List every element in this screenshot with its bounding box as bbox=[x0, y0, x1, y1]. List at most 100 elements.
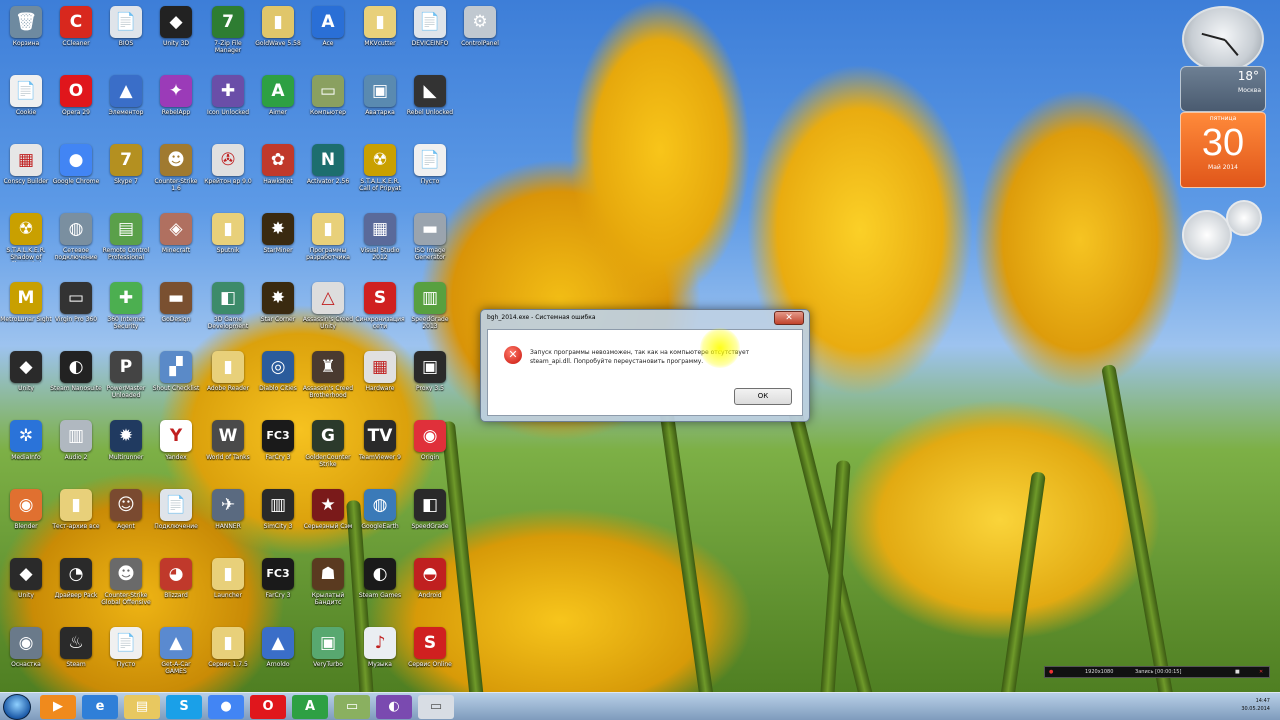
desktop-icon[interactable]: ▦ Hardware bbox=[354, 347, 406, 413]
weather-gadget[interactable]: 18° Москва bbox=[1180, 66, 1266, 112]
desktop-icon[interactable]: ▣ VeryTurbo bbox=[302, 623, 354, 689]
desktop-icon[interactable]: ◣ Rebel Unlocked bbox=[404, 71, 456, 137]
desktop-icon[interactable]: 7 7-Zip File Manager bbox=[202, 2, 254, 68]
system-tray-clock[interactable]: 14:47 30.05.2014 bbox=[1241, 697, 1270, 713]
desktop-icon[interactable]: ◆ Unity bbox=[0, 347, 52, 413]
desktop-icon[interactable]: 📄 DEVICEINFO bbox=[404, 2, 456, 68]
taskbar-file-explorer-icon[interactable]: ▤ bbox=[124, 695, 160, 719]
desktop-icon[interactable]: A Ace bbox=[302, 2, 354, 68]
desktop-icon[interactable]: G GoldenCounter Strike bbox=[302, 416, 354, 482]
desktop-icon[interactable]: ▮ Тест-архив все bbox=[50, 485, 102, 551]
desktop-icon[interactable]: 📄 Подключение bbox=[150, 485, 202, 551]
desktop-icon[interactable]: ✇ Крейтон вр 9.0 bbox=[202, 140, 254, 206]
desktop-icon[interactable]: ✿ Hawkshot bbox=[252, 140, 304, 206]
taskbar-internet-explorer-icon[interactable]: e bbox=[82, 695, 118, 719]
desktop-icon[interactable]: ▮ Программы разработчика bbox=[302, 209, 354, 275]
desktop-icon[interactable]: ◕ Blizzard bbox=[150, 554, 202, 620]
cpu-meter-gadget[interactable] bbox=[1182, 210, 1232, 260]
desktop-icon[interactable]: ✚ Icon Unlocked bbox=[202, 71, 254, 137]
desktop-icon[interactable]: ▮ MKVcutter bbox=[354, 2, 406, 68]
desktop-icon[interactable]: FC3 FarCry 3 bbox=[252, 554, 304, 620]
desktop-icon[interactable]: ▥ Audio 2 bbox=[50, 416, 102, 482]
screen-recorder-bar[interactable]: ● 1920x1080 Запись [00:00:15] ■ ✕ bbox=[1044, 666, 1270, 678]
desktop-icon[interactable]: ▭ Virgin Pro 360 bbox=[50, 278, 102, 344]
desktop-icon[interactable]: ◍ GoogleEarth bbox=[354, 485, 406, 551]
desktop-icon[interactable]: ✲ MediaInfo bbox=[0, 416, 52, 482]
desktop-icon[interactable]: ♜ Assassin's Creed Brotherhood bbox=[302, 347, 354, 413]
desktop-icon[interactable]: ◧ 3D Game Development bbox=[202, 278, 254, 344]
desktop-icon[interactable]: W World of Tanks bbox=[202, 416, 254, 482]
desktop-icon[interactable]: N Activator 2.56 bbox=[302, 140, 354, 206]
desktop-icon[interactable]: ▮ Sputnik bbox=[202, 209, 254, 275]
taskbar-media-player-icon[interactable]: ▶ bbox=[40, 695, 76, 719]
recorder-close-icon[interactable]: ✕ bbox=[1259, 667, 1263, 677]
desktop-icon[interactable]: ▮ GoldWave 5.58 bbox=[252, 2, 304, 68]
taskbar-google-chrome-icon[interactable]: ● bbox=[208, 695, 244, 719]
desktop-icon[interactable]: P PowerMaster Unloaded bbox=[100, 347, 152, 413]
desktop-icon[interactable]: ▥ SpeedGrade 2013 bbox=[404, 278, 456, 344]
desktop-icon[interactable]: ♪ Музыка bbox=[354, 623, 406, 689]
desktop-icon[interactable]: ✸ StarMiner bbox=[252, 209, 304, 275]
desktop-icon[interactable]: ▭ Компьютер bbox=[302, 71, 354, 137]
desktop-icon[interactable]: 7 Skype 7 bbox=[100, 140, 152, 206]
recorder-stop-icon[interactable]: ■ bbox=[1235, 667, 1240, 677]
desktop-icon[interactable]: ▮ Сервис 1.7.5 bbox=[202, 623, 254, 689]
desktop-icon[interactable]: TV TeamViewer 9 bbox=[354, 416, 406, 482]
calendar-gadget[interactable]: пятница 30 Май 2014 bbox=[1180, 112, 1266, 188]
desktop-icon[interactable]: ⚙ ControlPanel bbox=[454, 2, 506, 68]
desktop-icon[interactable]: ☺ Agent bbox=[100, 485, 152, 551]
desktop-icon[interactable]: S Сервис Online bbox=[404, 623, 456, 689]
ok-button[interactable]: ОК bbox=[734, 388, 792, 405]
desktop-icon[interactable]: ▦ Conscy Builder bbox=[0, 140, 52, 206]
desktop-icon[interactable]: ✈ HANNER bbox=[202, 485, 254, 551]
desktop-icon[interactable]: ▬ GoDesign bbox=[150, 278, 202, 344]
desktop-icon[interactable]: ☻ Counter-Strike 1.6 bbox=[150, 140, 202, 206]
desktop-icon[interactable]: ◎ Diablo Cities bbox=[252, 347, 304, 413]
desktop-icon[interactable]: ✸ Star Corner bbox=[252, 278, 304, 344]
close-button[interactable]: ✕ bbox=[774, 311, 804, 325]
desktop-icon[interactable]: ◉ Blender bbox=[0, 485, 52, 551]
desktop-icon[interactable]: ◆ Unity 3D bbox=[150, 2, 202, 68]
taskbar-error-window-icon[interactable]: ▭ bbox=[418, 695, 454, 719]
desktop-icon[interactable]: ▥ SimCity 3 bbox=[252, 485, 304, 551]
memory-meter-gadget[interactable] bbox=[1226, 200, 1262, 236]
desktop-icon[interactable]: ▣ Аватарка bbox=[354, 71, 406, 137]
desktop-icon[interactable]: ◉ Оснастка bbox=[0, 623, 52, 689]
desktop-icon[interactable]: 📄 BIOS bbox=[100, 2, 152, 68]
desktop-icon[interactable]: M MetroLunar Sight bbox=[0, 278, 52, 344]
dialog-titlebar[interactable]: bgh_2014.exe - Системная ошибка ✕ bbox=[481, 310, 809, 328]
desktop-icon[interactable]: ● Google Chrome bbox=[50, 140, 102, 206]
desktop-icon[interactable]: ▬ ISO Image Generator bbox=[404, 209, 456, 275]
desktop-icon[interactable]: Y Yandex bbox=[150, 416, 202, 482]
desktop-icon[interactable]: 📄 Пусто bbox=[404, 140, 456, 206]
desktop-icon[interactable]: 📄 Пусто bbox=[100, 623, 152, 689]
desktop-icon[interactable]: ▣ Proxy 3.5 bbox=[404, 347, 456, 413]
taskbar-opera-icon[interactable]: O bbox=[250, 695, 286, 719]
desktop-icon[interactable]: ▤ Remote Control Professional bbox=[100, 209, 152, 275]
desktop-icon[interactable]: ☻ Counter-Strike Global Offensive bbox=[100, 554, 152, 620]
desktop-icon[interactable]: ✹ Multirunner bbox=[100, 416, 152, 482]
desktop-icon[interactable]: ☗ Крылатый Бандитс bbox=[302, 554, 354, 620]
desktop-icon[interactable]: ✦ RebelApp bbox=[150, 71, 202, 137]
desktop-icon[interactable]: ◐ Steam Nanosuite bbox=[50, 347, 102, 413]
desktop-icon[interactable]: ✚ 360 Internet Security bbox=[100, 278, 152, 344]
clock-gadget[interactable] bbox=[1182, 6, 1264, 72]
desktop-icon[interactable]: ▞ Shout Checklist bbox=[150, 347, 202, 413]
desktop-icon[interactable]: C CCleaner bbox=[50, 2, 102, 68]
desktop-icon[interactable]: S Синхронизация сети bbox=[354, 278, 406, 344]
desktop-icon[interactable]: ◧ SpeedGrade bbox=[404, 485, 456, 551]
desktop-icon[interactable]: ▲ Элементор bbox=[100, 71, 152, 137]
desktop-icon[interactable]: ◐ Steam Games bbox=[354, 554, 406, 620]
desktop-icon[interactable]: ♨ Steam bbox=[50, 623, 102, 689]
desktop-icon[interactable]: ▦ Visual Studio 2012 bbox=[354, 209, 406, 275]
desktop-icon[interactable]: ▲ Get-A-Car GAMES bbox=[150, 623, 202, 689]
desktop-icon[interactable]: ☢ S.T.A.L.K.E.R. Call of Pripyat bbox=[354, 140, 406, 206]
taskbar-aimer-icon[interactable]: A bbox=[292, 695, 328, 719]
desktop-icon[interactable]: ◆ Unity bbox=[0, 554, 52, 620]
desktop-icon[interactable]: ▮ Launcher bbox=[202, 554, 254, 620]
start-button[interactable] bbox=[3, 694, 31, 720]
desktop-icon[interactable]: ◔ Драйвер Pack bbox=[50, 554, 102, 620]
desktop-icon[interactable]: FC3 FarCry 3 bbox=[252, 416, 304, 482]
desktop-icon[interactable]: ◈ Minecraft bbox=[150, 209, 202, 275]
desktop-icon[interactable]: ★ Серьезный Сэм bbox=[302, 485, 354, 551]
